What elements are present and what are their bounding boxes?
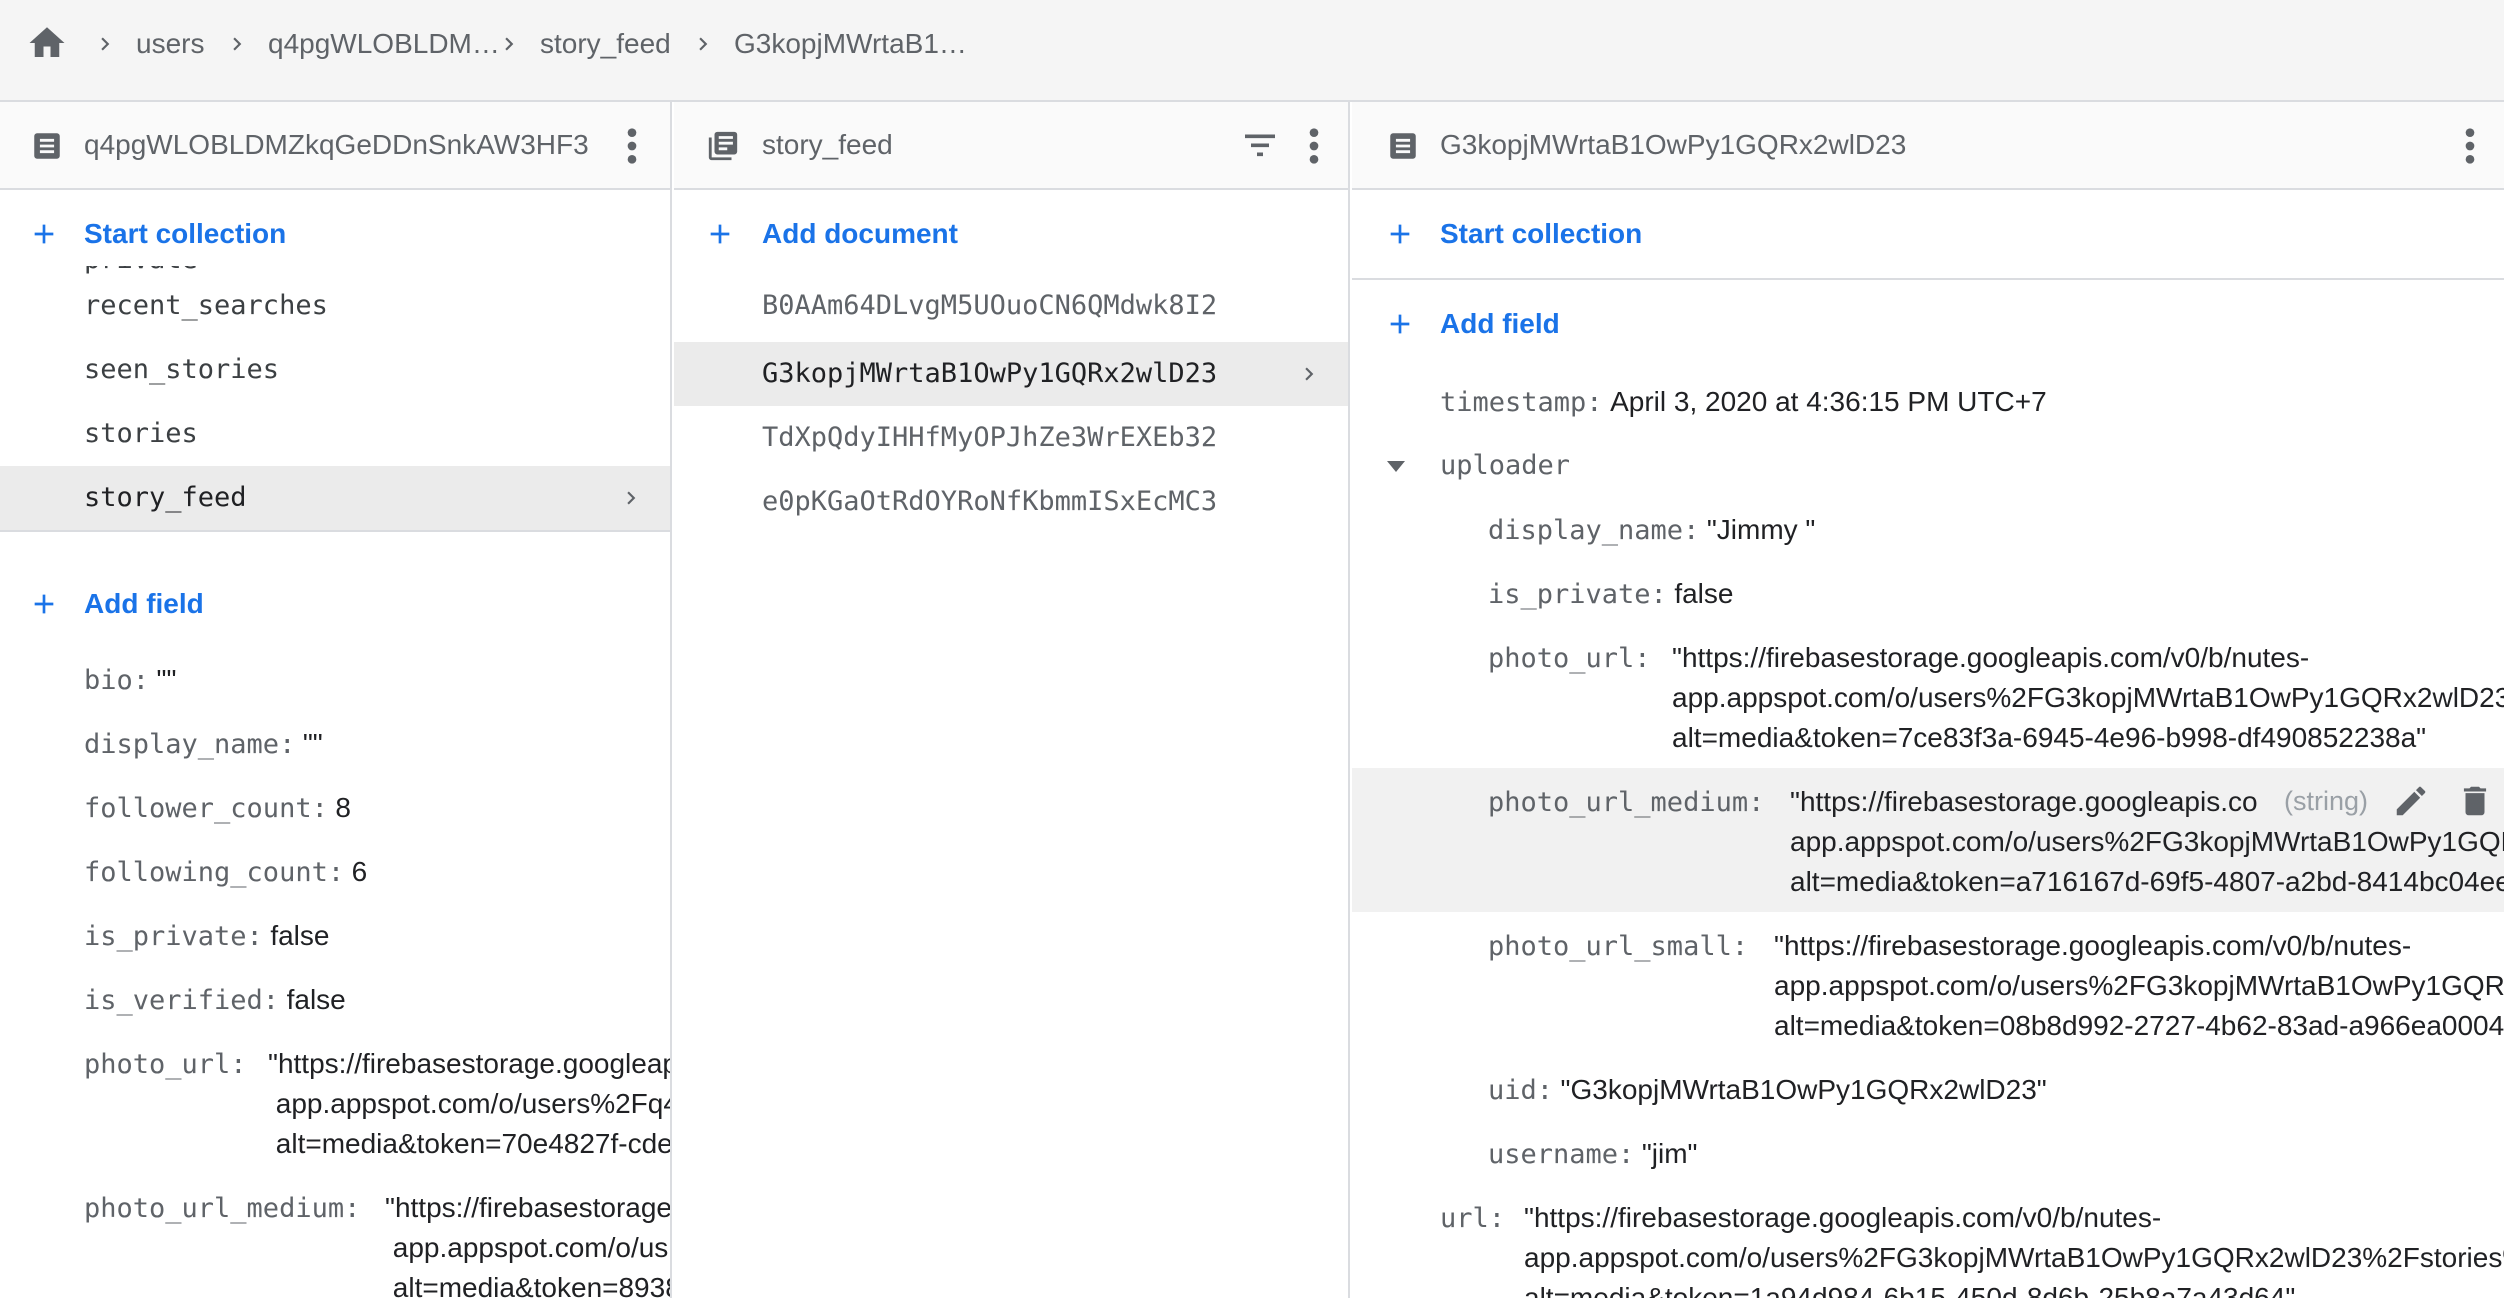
field-row-uid[interactable]: uid: "G3kopjMWrtaB1OwPy1GQRx2wlD23"	[1488, 1070, 2047, 1111]
divider	[1352, 278, 2504, 280]
field-row[interactable]: is_verified: false	[84, 980, 346, 1021]
document-item[interactable]: TdXpQdyIHHfMyOPJhZe3WrEXEb32	[674, 406, 1348, 470]
chevron-right-icon	[101, 37, 110, 51]
collection-icon	[708, 131, 738, 161]
field-row-username[interactable]: username: "jim"	[1488, 1134, 1697, 1175]
field-value-photo-url: "https://firebasestorage.googleapis.com/…	[1672, 642, 2504, 753]
breadcrumb-item-users[interactable]: users	[136, 28, 204, 60]
more-vert-icon[interactable]	[626, 126, 638, 166]
field-type-hint: (string)	[2276, 786, 2369, 817]
field-value-photo-url-medium: "https://firebasestorage app.appspot.com…	[385, 1192, 672, 1298]
panel-header: q4pgWLOBLDMZkqGeDDnSnkAW3HF3	[0, 102, 670, 190]
field-row-photo-url-medium[interactable]: photo_url_medium:	[84, 1188, 360, 1229]
field-row-photo-url[interactable]: photo_url:	[1488, 638, 1651, 679]
chevron-right-icon	[233, 37, 242, 51]
document-icon	[1390, 133, 1416, 159]
field-row-is-private[interactable]: is_private: false	[1488, 574, 1733, 615]
panel-title: G3kopjMWrtaB1OwPy1GQRx2wlD23	[1440, 129, 1907, 160]
chevron-right-icon	[1305, 367, 1314, 381]
collection-item[interactable]: seen_stories	[0, 338, 670, 402]
breadcrumb-item-document[interactable]: G3kopjMWrtaB1…	[734, 28, 967, 60]
panel-header: G3kopjMWrtaB1OwPy1GQRx2wlD23	[1352, 102, 2504, 190]
field-value-photo-url-small: "https://firebasestorage.googleapis.com/…	[1774, 930, 2504, 1041]
collection-item-selected[interactable]: story_feed	[0, 466, 670, 530]
chevron-right-icon	[699, 37, 708, 51]
field-row[interactable]: following_count: 6	[84, 852, 367, 893]
field-row[interactable]: follower_count: 8	[84, 788, 351, 829]
story-document-panel: G3kopjMWrtaB1OwPy1GQRx2wlD23 Start colle…	[1352, 102, 2504, 1298]
breadcrumb-item-user-doc[interactable]: q4pgWLOBLDM…	[268, 28, 500, 60]
plus-icon	[1390, 224, 1410, 244]
field-row[interactable]: display_name: ""	[84, 724, 323, 765]
collection-panel: story_feed Add document B0AAm64DLvgM5UOu…	[674, 102, 1350, 1298]
start-collection-button[interactable]: Start collection	[0, 204, 670, 264]
collection-item[interactable]: recent_searches	[0, 274, 670, 338]
document-item[interactable]: e0pKGaOtRdOYRoNfKbmmISxEcMC3	[674, 470, 1348, 534]
plus-icon	[34, 224, 54, 244]
document-item-selected[interactable]: G3kopjMWrtaB1OwPy1GQRx2wlD23	[674, 342, 1348, 406]
field-value-url: "https://firebasestorage.googleapis.com/…	[1524, 1202, 2504, 1298]
field-row-timestamp[interactable]: timestamp: April 3, 2020 at 4:36:15 PM U…	[1440, 382, 2047, 423]
plus-icon	[1390, 314, 1410, 334]
plus-icon	[710, 224, 730, 244]
field-row-photo-url[interactable]: photo_url:	[84, 1044, 247, 1085]
field-row-photo-url-medium[interactable]: photo_url_medium:	[1488, 782, 1764, 823]
divider	[0, 530, 670, 532]
breadcrumb-item-collection[interactable]: story_feed	[540, 28, 671, 60]
more-vert-icon[interactable]	[2464, 126, 2476, 166]
panel-title: story_feed	[762, 129, 893, 160]
edit-icon[interactable]	[2392, 782, 2430, 820]
panel-title: q4pgWLOBLDMZkqGeDDnSnkAW3HF3	[84, 129, 589, 160]
more-vert-icon[interactable]	[1308, 126, 1320, 166]
add-field-button[interactable]: Add field	[1352, 294, 2504, 354]
field-value-photo-url: "https://firebasestorage.googleap app.ap…	[268, 1048, 672, 1159]
delete-icon[interactable]	[2456, 782, 2494, 820]
field-row-photo-url-small[interactable]: photo_url_small:	[1488, 926, 1748, 967]
chevron-right-icon	[505, 37, 514, 51]
chevron-right-icon	[627, 491, 636, 505]
start-collection-button[interactable]: Start collection	[1352, 204, 2504, 264]
filter-icon[interactable]	[1242, 130, 1278, 160]
plus-icon	[34, 594, 54, 614]
field-row[interactable]: is_private: false	[84, 916, 329, 957]
field-row-url[interactable]: url:	[1440, 1198, 1505, 1239]
field-row[interactable]: bio: ""	[84, 660, 176, 701]
user-document-panel: q4pgWLOBLDMZkqGeDDnSnkAW3HF3 Start colle…	[0, 102, 672, 1298]
home-icon[interactable]	[26, 22, 68, 64]
collection-item[interactable]: stories	[0, 402, 670, 466]
caret-down-icon[interactable]	[1384, 456, 1408, 476]
add-document-button[interactable]: Add document	[674, 204, 1348, 264]
breadcrumb-bar: users q4pgWLOBLDM… story_feed G3kopjMWrt…	[0, 0, 2504, 102]
add-field-button[interactable]: Add field	[0, 574, 670, 634]
field-row-display-name[interactable]: display_name: "Jimmy "	[1488, 510, 1815, 551]
document-item[interactable]: B0AAm64DLvgM5UOuoCN6QMdwk8I2	[674, 274, 1348, 338]
document-icon	[34, 133, 60, 159]
panel-header: story_feed	[674, 102, 1348, 190]
